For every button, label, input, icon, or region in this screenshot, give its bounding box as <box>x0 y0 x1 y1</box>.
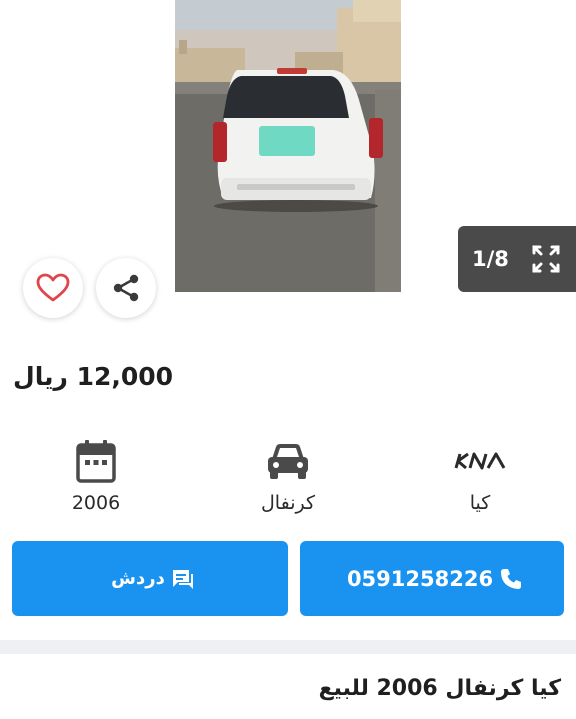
spec-year: 2006 <box>26 436 166 522</box>
calendar-icon <box>76 436 116 486</box>
section-divider <box>0 640 576 654</box>
chat-icon <box>172 569 193 589</box>
kia-logo-icon <box>454 436 506 486</box>
photo-gallery[interactable]: 1/8 <box>0 0 576 300</box>
car-icon <box>266 436 310 486</box>
spec-brand: كيا <box>410 436 550 522</box>
favorite-button[interactable] <box>23 258 83 318</box>
call-button-label: 0591258226 <box>346 566 494 591</box>
next-photo-button[interactable] <box>511 112 541 142</box>
heart-icon <box>36 273 70 302</box>
listing-price: 12,000 ريال <box>13 362 174 391</box>
photo-counter-button[interactable]: 1/8 <box>458 226 576 292</box>
call-button[interactable]: 0591258226 <box>300 541 564 616</box>
listing-photo[interactable] <box>175 0 401 292</box>
share-button[interactable] <box>96 258 156 318</box>
chevron-right-icon <box>521 117 532 137</box>
spec-model: كرنفال <box>218 436 358 522</box>
spec-model-value: كرنفال <box>260 492 316 514</box>
chevron-left-icon <box>43 117 54 137</box>
chat-button[interactable]: دردش <box>12 541 288 616</box>
previous-photo-button[interactable] <box>34 112 64 142</box>
photo-counter-label: 1/8 <box>472 247 509 271</box>
share-icon <box>113 274 139 302</box>
spec-year-value: 2006 <box>71 492 121 514</box>
listing-title: كيا كرنفال 2006 للبيع <box>318 676 561 701</box>
expand-icon <box>531 244 561 274</box>
chat-button-label: دردش <box>111 568 165 589</box>
spec-brand-value: كيا <box>469 492 491 514</box>
phone-icon <box>501 568 522 589</box>
